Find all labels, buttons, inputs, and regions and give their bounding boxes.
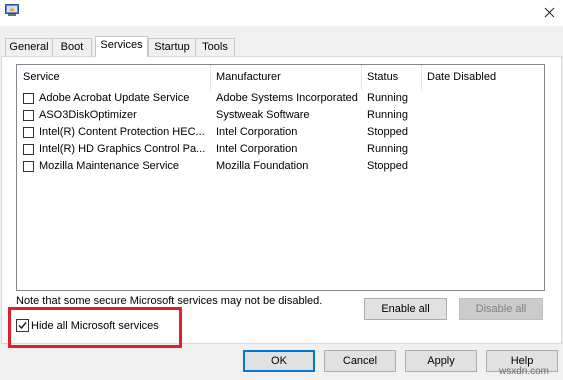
column-header-label: Date Disabled	[427, 71, 497, 83]
table-row[interactable]: Intel(R) HD Graphics Control Pa... Intel…	[17, 141, 544, 158]
tab-label: Tools	[202, 41, 228, 53]
service-manufacturer: Intel Corporation	[216, 143, 298, 155]
service-name: ASO3DiskOptimizer	[39, 109, 137, 121]
tab-label: Boot	[60, 41, 84, 53]
service-status: Running	[367, 143, 408, 155]
column-header-manufacturer[interactable]: Manufacturer	[210, 65, 361, 90]
highlight-box	[8, 307, 182, 348]
service-date-disabled	[427, 158, 537, 175]
close-button[interactable]	[536, 2, 563, 24]
column-header-label: Status	[367, 71, 399, 83]
column-header-date-disabled[interactable]: Date Disabled	[421, 65, 544, 90]
cancel-button[interactable]: Cancel	[324, 350, 396, 372]
services-list[interactable]: Service Manufacturer Status Date Disable…	[16, 64, 545, 291]
service-date-disabled	[427, 107, 537, 124]
service-checkbox[interactable]	[23, 110, 34, 121]
system-configuration-icon	[5, 4, 19, 16]
tab-startup[interactable]: Startup	[148, 38, 196, 56]
service-date-disabled	[427, 124, 537, 141]
title-bar	[0, 0, 563, 26]
tab-label: General	[9, 41, 49, 53]
service-date-disabled	[427, 90, 537, 107]
tab-strip: General Boot Services Startup Tools	[0, 36, 563, 57]
column-header-service[interactable]: Service	[17, 65, 210, 90]
tab-label: Services	[100, 39, 143, 51]
table-row[interactable]: ASO3DiskOptimizer Systweak Software Runn…	[17, 107, 544, 124]
service-status: Running	[367, 109, 408, 121]
tab-general[interactable]: General	[5, 38, 53, 56]
enable-all-button[interactable]: Enable all	[364, 298, 447, 320]
service-status: Stopped	[367, 126, 408, 138]
service-checkbox[interactable]	[23, 144, 34, 155]
ok-button[interactable]: OK	[243, 350, 315, 372]
service-checkbox[interactable]	[23, 93, 34, 104]
service-manufacturer: Mozilla Foundation	[216, 160, 309, 172]
tab-label: Startup	[154, 41, 190, 53]
table-row[interactable]: Adobe Acrobat Update Service Adobe Syste…	[17, 90, 544, 107]
tab-services[interactable]: Services	[95, 36, 148, 57]
close-icon	[544, 7, 555, 18]
service-manufacturer: Adobe Systems Incorporated	[216, 92, 358, 104]
column-header-label: Service	[23, 71, 60, 83]
service-status: Running	[367, 92, 408, 104]
watermark: wsxdn.com	[499, 366, 550, 377]
list-header: Service Manufacturer Status Date Disable…	[17, 65, 544, 90]
service-checkbox[interactable]	[23, 127, 34, 138]
table-row[interactable]: Intel(R) Content Protection HEC... Intel…	[17, 124, 544, 141]
service-name: Intel(R) Content Protection HEC...	[39, 126, 205, 138]
column-header-label: Manufacturer	[216, 71, 281, 83]
service-manufacturer: Systweak Software	[216, 109, 310, 121]
table-row[interactable]: Mozilla Maintenance Service Mozilla Foun…	[17, 158, 544, 175]
disable-all-button[interactable]: Disable all	[459, 298, 543, 320]
apply-button[interactable]: Apply	[405, 350, 477, 372]
service-name: Adobe Acrobat Update Service	[39, 92, 190, 104]
service-status: Stopped	[367, 160, 408, 172]
service-name: Intel(R) HD Graphics Control Pa...	[39, 143, 206, 155]
tab-boot[interactable]: Boot	[52, 38, 92, 56]
service-checkbox[interactable]	[23, 161, 34, 172]
service-name: Mozilla Maintenance Service	[39, 160, 180, 172]
column-header-status[interactable]: Status	[361, 65, 421, 90]
service-date-disabled	[427, 141, 537, 158]
tab-tools[interactable]: Tools	[195, 38, 235, 56]
service-manufacturer: Intel Corporation	[216, 126, 298, 138]
